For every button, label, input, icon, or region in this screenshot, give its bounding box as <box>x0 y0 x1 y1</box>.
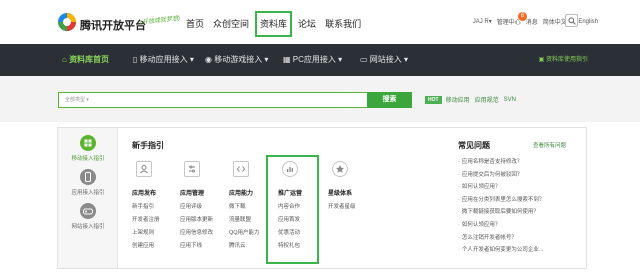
guide-link[interactable]: 应用下线 <box>180 241 230 249</box>
view-all-faq-link[interactable]: 查看所有问题 <box>533 141 566 149</box>
faq-item[interactable]: 应用在分类列表里怎么搜索不到？ <box>458 194 545 207</box>
user-menu[interactable]: JAJ R▾ <box>473 18 492 25</box>
phone-icon <box>80 169 96 185</box>
faq-item[interactable]: 如何认领应用？ <box>458 181 544 194</box>
chevron-down-icon: ▾ <box>335 55 343 64</box>
nav-home[interactable]: 首页 <box>186 11 204 37</box>
chevron-down-icon: ▾ <box>262 55 269 64</box>
lang-cn-link[interactable]: 简体中文 <box>543 17 567 26</box>
faq-item[interactable]: 个人开发者如何变更为公司企业... <box>458 244 544 257</box>
faq-list: 应用名称是否支持修改？ 应用提交后为何被驳回？ 如何认领应用？ 应用在分类列表里… <box>458 156 545 257</box>
grid-icon: ▦ <box>283 55 293 64</box>
sidebar-item-app-guide[interactable]: 应用接入指引 <box>58 169 118 196</box>
manage-center-link[interactable]: 管理中心 <box>497 17 521 26</box>
slogan: (开放成就梦想) <box>139 15 181 27</box>
lang-en-link[interactable]: English <box>578 19 598 25</box>
guide-link[interactable]: 应用评级 <box>180 202 230 210</box>
guide-column-publish: 应用发布 新手指引 开发者注册 上架规则 创建应用 <box>132 161 182 249</box>
guide-link[interactable]: 应用版本更新 <box>180 215 230 223</box>
guide-link[interactable]: 开发者星级 <box>328 202 378 210</box>
hot-link-mobile-app[interactable]: 移动应用 <box>446 95 470 104</box>
guide-link[interactable]: 上架规则 <box>132 228 182 236</box>
search-icon <box>568 17 576 25</box>
nav-maker-space[interactable]: 众创空间 <box>213 11 249 37</box>
faq-item[interactable]: 应用名称是否支持修改？ <box>458 156 544 169</box>
tencent-logo-icon[interactable] <box>57 12 77 32</box>
faq-title: 常见问题 <box>458 141 490 150</box>
search-button[interactable]: 搜索 <box>367 92 412 108</box>
settings-icon <box>184 161 200 177</box>
nav-library[interactable]: 资料库 <box>255 11 293 37</box>
chevron-down-icon: ▾ <box>401 55 409 64</box>
category-select[interactable]: 全部类型 ▾ <box>65 93 89 107</box>
nav-contact[interactable]: 联系我们 <box>325 11 361 37</box>
website-access-menu[interactable]: ▭ 网站接入 ▾ <box>360 44 408 76</box>
top-search-button[interactable] <box>565 14 578 27</box>
gamepad-icon: ◉ <box>205 55 215 64</box>
code-icon <box>233 161 249 177</box>
message-count-badge: 6 <box>518 12 527 21</box>
hot-badge: HOT <box>425 95 442 104</box>
user-icon <box>136 161 152 177</box>
faq-item[interactable]: 微下载链接获取后要如何使用？ <box>458 206 544 219</box>
sidebar-item-web-guide[interactable]: 网站接入指引 <box>58 203 118 230</box>
grid-icon <box>80 135 96 151</box>
guide-link[interactable]: 新手指引 <box>132 202 182 210</box>
sidebar-item-mobile-guide[interactable]: 移动接入指引 <box>58 135 118 162</box>
sidebar-item-label: 移动接入指引 <box>71 156 105 162</box>
highlight-frame <box>266 155 319 264</box>
gamepad-icon <box>80 203 96 219</box>
phone-icon: ▯ <box>133 55 140 64</box>
faq-item[interactable]: 怎么注销开发者帐号？ <box>458 232 544 245</box>
chevron-down-icon: ▾ <box>187 55 194 64</box>
nav-forum[interactable]: 论坛 <box>298 11 316 37</box>
search-input[interactable]: 全部类型 ▾ <box>58 92 411 108</box>
top-bar: 腾讯开放平台 (开放成就梦想) 首页 众创空间 资料库 论坛 联系我们 JAJ … <box>0 0 640 44</box>
guide-link[interactable]: 开发者注册 <box>132 215 182 223</box>
star-icon <box>332 161 348 177</box>
guide-panel: 移动接入指引 应用接入指引 网站接入指引 新手指引 应用发布 新手指引 开发者注… <box>57 127 587 269</box>
guide-column-manage: 应用管理 应用评级 应用版本更新 应用信息修改 应用下线 <box>180 161 230 249</box>
guide-sidebar: 移动接入指引 应用接入指引 网站接入指引 <box>58 128 118 268</box>
guide-column-star: 星级体系 开发者星级 <box>328 161 378 210</box>
column-title: 星级体系 <box>328 191 353 197</box>
hot-links: HOT 移动应用 应用规范 SVN <box>425 95 521 104</box>
mobile-app-access-menu[interactable]: ▯ 移动应用接入 ▾ <box>133 44 194 76</box>
newbie-guide-title: 新手指引 <box>132 141 164 150</box>
library-home-link[interactable]: ⌂ 资料库首页 <box>62 44 109 76</box>
column-title: 应用发布 <box>132 191 157 197</box>
monitor-icon: ▭ <box>360 55 370 64</box>
pc-app-access-menu[interactable]: ▦ PC应用接入 ▾ <box>283 44 342 76</box>
library-guide-link[interactable]: ▣ 资料库使用指引 <box>539 44 588 76</box>
book-icon: ▣ <box>538 57 546 63</box>
hot-link-app-spec[interactable]: 应用规范 <box>475 95 499 104</box>
guide-link[interactable]: 创建应用 <box>132 241 182 249</box>
search-row: 全部类型 ▾ 搜索 HOT 移动应用 应用规范 SVN <box>0 76 640 122</box>
library-nav: ⌂ 资料库首页 ▯ 移动应用接入 ▾ ◉ 移动游戏接入 ▾ ▦ PC应用接入 ▾… <box>0 44 640 76</box>
mobile-game-access-menu[interactable]: ◉ 移动游戏接入 ▾ <box>205 44 268 76</box>
top-links: JAJ R▾ 管理中心 消息 简体中文 | English <box>468 17 598 27</box>
main-nav: 首页 众创空间 资料库 论坛 联系我们 <box>186 11 370 37</box>
faq-item[interactable]: 如何认领应用？ <box>458 219 544 232</box>
sidebar-item-label: 网站接入指引 <box>71 224 105 230</box>
column-title: 应用管理 <box>180 191 205 197</box>
faq-item[interactable]: 应用提交后为何被驳回？ <box>458 169 544 182</box>
hot-link-svn[interactable]: SVN <box>504 97 516 103</box>
chevron-down-icon: ▾ <box>85 97 89 103</box>
messages-link[interactable]: 消息 <box>526 17 538 26</box>
home-icon: ⌂ <box>62 55 70 64</box>
sidebar-item-label: 应用接入指引 <box>71 190 105 196</box>
brand-name[interactable]: 腾讯开放平台 <box>80 17 146 33</box>
guide-link[interactable]: 应用信息修改 <box>180 228 230 236</box>
